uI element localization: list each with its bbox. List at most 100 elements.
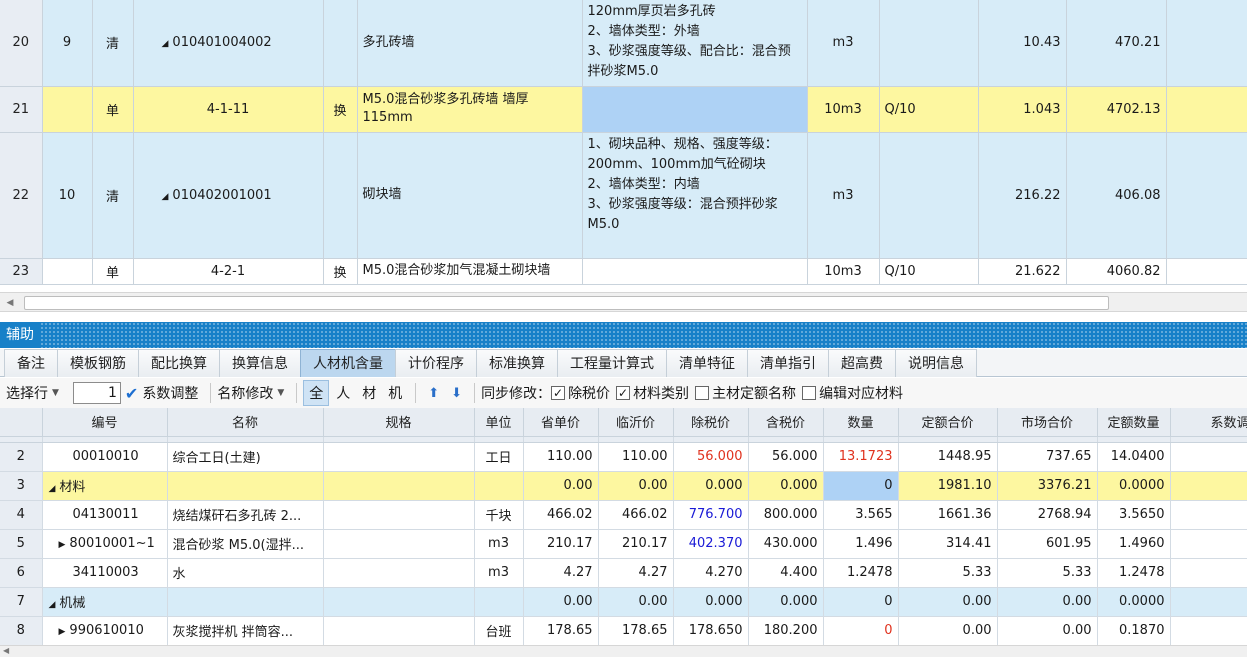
market-total-cell[interactable]: 737.65 xyxy=(997,442,1098,472)
type-cell[interactable]: 单 xyxy=(92,86,134,133)
bill-items-grid[interactable]: 20 9 清 ◢ 010401004002 多孔砖墙 120mm厚页岩多孔砖 2、墙体类型：外… xyxy=(0,0,1247,288)
name-cell[interactable]: 综合工日(土建) xyxy=(167,442,324,472)
tab-4[interactable]: 人材机含量 xyxy=(300,349,396,377)
market-total-cell[interactable]: 2768.94 xyxy=(997,500,1098,530)
expression-cell[interactable] xyxy=(879,0,979,87)
swap-cell[interactable] xyxy=(323,0,358,87)
name-modify-dropdown[interactable]: 名称修改 ▼ xyxy=(217,383,284,403)
quota-qty-cell[interactable]: 0.1870 xyxy=(1097,616,1171,645)
feature-cell[interactable] xyxy=(582,258,808,285)
quantity-cell[interactable]: 0 xyxy=(823,616,899,645)
spec-cell[interactable] xyxy=(323,500,475,530)
unit-cell[interactable]: 工日 xyxy=(474,442,524,472)
total-cell[interactable]: 8780 xyxy=(1166,132,1247,259)
code-cell[interactable]: 04130011 xyxy=(42,500,168,530)
expression-cell[interactable] xyxy=(879,132,979,259)
unit-cell[interactable]: 千块 xyxy=(474,500,524,530)
tab-1[interactable]: 模板钢筋 xyxy=(57,349,139,377)
province-price-cell[interactable]: 0.00 xyxy=(523,471,599,501)
sequence-cell[interactable] xyxy=(42,258,93,285)
collapse-triangle-icon[interactable]: ◢ xyxy=(162,192,169,202)
province-price-cell[interactable]: 466.02 xyxy=(523,500,599,530)
tab-8[interactable]: 清单特征 xyxy=(666,349,748,377)
code-cell[interactable]: 4-1-11 xyxy=(133,86,324,133)
spec-cell[interactable] xyxy=(323,471,475,501)
coef-cell[interactable] xyxy=(1170,616,1247,645)
unit-cell[interactable] xyxy=(474,471,524,501)
coef-cell[interactable] xyxy=(1170,471,1247,501)
column-header[interactable]: 除税价 xyxy=(673,408,749,437)
code-cell[interactable]: ◢ 材料 xyxy=(42,471,168,501)
column-header[interactable]: 系数调 xyxy=(1170,408,1247,437)
move-down-icon[interactable]: ⬇ xyxy=(451,386,462,401)
quota-total-cell[interactable]: 0.00 xyxy=(898,587,998,617)
quota-qty-cell[interactable]: 3.5650 xyxy=(1097,500,1171,530)
column-header[interactable]: 编号 xyxy=(42,408,168,437)
spec-cell[interactable] xyxy=(323,616,475,645)
incl-tax-price-cell[interactable]: 430.000 xyxy=(748,529,824,559)
spec-cell[interactable] xyxy=(323,587,475,617)
incl-tax-price-cell[interactable]: 800.000 xyxy=(748,500,824,530)
scroll-left-icon[interactable]: ◀ xyxy=(3,296,17,310)
column-header[interactable]: 定额合价 xyxy=(898,408,998,437)
province-price-cell[interactable]: 178.65 xyxy=(523,616,599,645)
tab-6[interactable]: 标准换算 xyxy=(476,349,558,377)
local-price-cell[interactable]: 4.27 xyxy=(598,558,674,588)
code-cell[interactable]: 00010010 xyxy=(42,442,168,472)
sequence-cell[interactable]: 9 xyxy=(42,0,93,87)
collapse-triangle-icon[interactable]: ◢ xyxy=(162,39,169,49)
resource-row[interactable]: 7 ◢ 机械 0.00 0.00 0.000 0.000 0 0.00 0.00 0.0000 xyxy=(0,587,1247,617)
quota-total-cell[interactable]: 1981.10 xyxy=(898,471,998,501)
spec-cell[interactable] xyxy=(323,529,475,559)
quantity-cell[interactable]: 10.43 xyxy=(978,0,1067,87)
quota-total-cell[interactable]: 1448.95 xyxy=(898,442,998,472)
local-price-cell[interactable]: 466.02 xyxy=(598,500,674,530)
market-total-cell[interactable]: 5.33 xyxy=(997,558,1098,588)
swap-cell[interactable]: 换 xyxy=(323,86,358,133)
incl-tax-price-cell[interactable]: 180.200 xyxy=(748,616,824,645)
feature-cell[interactable] xyxy=(582,86,808,133)
code-cell[interactable]: ▶ 80010001~1 xyxy=(42,529,168,559)
name-cell[interactable] xyxy=(167,471,324,501)
row-number[interactable]: 23 xyxy=(0,258,43,285)
total-cell[interactable]: 8780 xyxy=(1166,258,1247,285)
name-cell[interactable]: 烧结煤矸石多孔砖 2... xyxy=(167,500,324,530)
code-cell[interactable]: ◢ 机械 xyxy=(42,587,168,617)
material-category-checkbox[interactable]: ✓ 材料类别 xyxy=(616,383,689,403)
unit-cell[interactable]: 台班 xyxy=(474,616,524,645)
resource-row[interactable]: 5 ▶ 80010001~1 混合砂浆 M5.0(湿拌... m3 210.17 210.1… xyxy=(0,529,1247,559)
unit-price-cell[interactable]: 406.08 xyxy=(1066,132,1167,259)
collapse-triangle-icon[interactable]: ◢ xyxy=(49,484,56,494)
row-number[interactable]: 22 xyxy=(0,132,43,259)
name-cell[interactable]: 混合砂浆 M5.0(湿拌... xyxy=(167,529,324,559)
type-cell[interactable]: 清 xyxy=(92,0,134,87)
feature-cell[interactable]: 120mm厚页岩多孔砖 2、墙体类型：外墙 3、砂浆强度等级、配合比：混合预拌砂浆M… xyxy=(582,0,808,87)
column-header[interactable]: 定额数量 xyxy=(1097,408,1171,437)
bill-row[interactable]: 22 10 清 ◢ 010402001001 砌块墙 1、砌块品种、规格、强度等级：200m… xyxy=(0,132,1247,259)
spec-cell[interactable] xyxy=(323,558,475,588)
quota-total-cell[interactable]: 0.00 xyxy=(898,616,998,645)
quota-total-cell[interactable]: 314.41 xyxy=(898,529,998,559)
local-price-cell[interactable]: 178.65 xyxy=(598,616,674,645)
resource-row[interactable]: 4 04130011 烧结煤矸石多孔砖 2... 千块 466.02 466.02 776.… xyxy=(0,500,1247,530)
type-cell[interactable]: 单 xyxy=(92,258,134,285)
market-total-cell[interactable]: 0.00 xyxy=(997,616,1098,645)
excl-tax-price-cell[interactable]: 0.000 xyxy=(673,587,749,617)
quantity-cell[interactable]: 1.2478 xyxy=(823,558,899,588)
row-count-spinner[interactable]: 1 xyxy=(72,382,121,404)
code-cell[interactable]: 34110003 xyxy=(42,558,168,588)
filter-all-button[interactable]: 全 xyxy=(303,380,330,406)
edit-material-checkbox[interactable]: 编辑对应材料 xyxy=(802,383,903,403)
coef-cell[interactable]: 0.93 xyxy=(1170,442,1247,472)
coefficient-adjust-button[interactable]: ✔ 系数调整 xyxy=(125,383,198,403)
incl-tax-price-cell[interactable]: 0.000 xyxy=(748,471,824,501)
incl-tax-price-cell[interactable]: 4.400 xyxy=(748,558,824,588)
unit-cell[interactable]: 10m3 xyxy=(807,258,880,285)
province-price-cell[interactable]: 110.00 xyxy=(523,442,599,472)
bill-row[interactable]: 23 单 4-2-1 换 M5.0混合砂浆加气混凝土砌块墙 10m3 Q/10 21.622 4… xyxy=(0,258,1247,285)
filter-machine-button[interactable]: 机 xyxy=(383,381,407,405)
coef-cell[interactable] xyxy=(1170,529,1247,559)
excl-tax-price-cell[interactable]: 776.700 xyxy=(673,500,749,530)
total-cell[interactable]: 490 xyxy=(1166,86,1247,133)
tab-5[interactable]: 计价程序 xyxy=(395,349,477,377)
